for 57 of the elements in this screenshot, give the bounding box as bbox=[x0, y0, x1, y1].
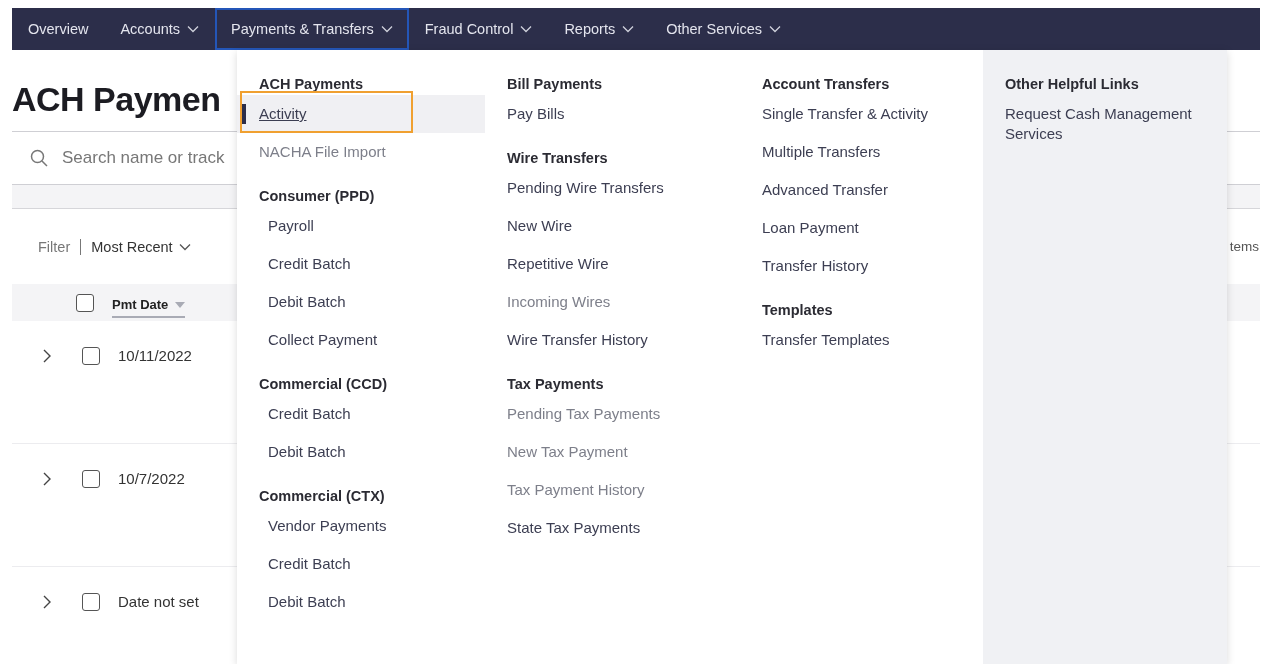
menu-link[interactable]: Vendor Payments bbox=[237, 507, 485, 545]
menu-link[interactable]: Debit Batch bbox=[237, 283, 485, 321]
menu-link[interactable]: Payroll bbox=[237, 207, 485, 245]
menu-link[interactable]: Credit Batch bbox=[237, 245, 485, 283]
chevron-icon[interactable] bbox=[42, 348, 52, 364]
table-cell-text: Date not set bbox=[118, 592, 199, 612]
nav-tab[interactable]: Other Services bbox=[650, 8, 798, 50]
table-cell-text: 10/7/2022 bbox=[118, 469, 185, 489]
menu-section-heading: Wire Transfers bbox=[507, 149, 609, 168]
menu-link[interactable]: Debit Batch bbox=[237, 583, 485, 621]
menu-section-heading: Tax Payments bbox=[507, 375, 605, 394]
menu-link[interactable]: Multiple Transfers bbox=[740, 133, 983, 171]
checkbox[interactable] bbox=[82, 593, 100, 611]
table-cell-text: 10/11/2022 bbox=[118, 346, 192, 366]
menu-section-heading: Other Helpful Links bbox=[1005, 75, 1140, 94]
menu-link[interactable]: Transfer Templates bbox=[740, 321, 983, 359]
menu-link[interactable]: Request Cash Management Services bbox=[983, 95, 1227, 153]
nav-tab[interactable]: Payments & Transfers bbox=[215, 8, 409, 50]
menu-link[interactable]: New Wire bbox=[485, 207, 740, 245]
menu-link[interactable]: Repetitive Wire bbox=[485, 245, 740, 283]
menu-link[interactable]: Pending Wire Transfers bbox=[485, 169, 740, 207]
menu-section-heading: Bill Payments bbox=[507, 75, 604, 94]
nav-tab[interactable]: Overview bbox=[12, 8, 105, 50]
menu-link[interactable]: Pay Bills bbox=[485, 95, 740, 133]
page-title: ACH Paymen bbox=[12, 80, 221, 119]
menu-link[interactable]: Single Transfer & Activity bbox=[740, 95, 983, 133]
menu-section-heading: ACH Payments bbox=[259, 75, 364, 94]
nav-tab[interactable]: Fraud Control bbox=[408, 8, 549, 50]
menu-link[interactable]: Collect Payment bbox=[237, 321, 485, 359]
menu-section-heading: Commercial (CTX) bbox=[259, 487, 386, 506]
menu-link[interactable]: Advanced Transfer bbox=[740, 171, 983, 209]
checkbox[interactable] bbox=[82, 470, 100, 488]
menu-link[interactable]: Credit Batch bbox=[237, 395, 485, 433]
menu-link[interactable]: Loan Payment bbox=[740, 209, 983, 247]
menu-link[interactable]: Credit Batch bbox=[237, 545, 485, 583]
nav-tab[interactable]: Reports bbox=[548, 8, 651, 50]
search-icon bbox=[30, 149, 48, 167]
checkbox[interactable] bbox=[82, 347, 100, 365]
menu-link[interactable]: Transfer History bbox=[740, 247, 983, 285]
menu-section-heading: Consumer (PPD) bbox=[259, 187, 376, 206]
chevron-icon[interactable] bbox=[42, 471, 52, 487]
selection-bar bbox=[241, 104, 246, 124]
menu-link[interactable]: State Tax Payments bbox=[485, 509, 740, 547]
menu-section-heading: Account Transfers bbox=[762, 75, 891, 94]
menu-section-heading: Commercial (CCD) bbox=[259, 375, 389, 394]
sort-icon bbox=[175, 301, 186, 308]
menu-section-heading: Templates bbox=[762, 301, 834, 320]
items-label: tems bbox=[1229, 239, 1259, 254]
menu-link[interactable]: Wire Transfer History bbox=[485, 321, 740, 359]
caret-icon bbox=[178, 242, 191, 251]
filter-label[interactable]: Filter bbox=[38, 238, 71, 255]
nav-tab[interactable]: Accounts bbox=[104, 8, 216, 50]
checkbox[interactable] bbox=[76, 293, 94, 312]
column-header[interactable]: Pmt Date bbox=[112, 293, 186, 318]
sort-dropdown[interactable]: Most Recent bbox=[91, 238, 191, 255]
chevron-icon[interactable] bbox=[42, 594, 52, 610]
menu-link[interactable]: Debit Batch bbox=[237, 433, 485, 471]
